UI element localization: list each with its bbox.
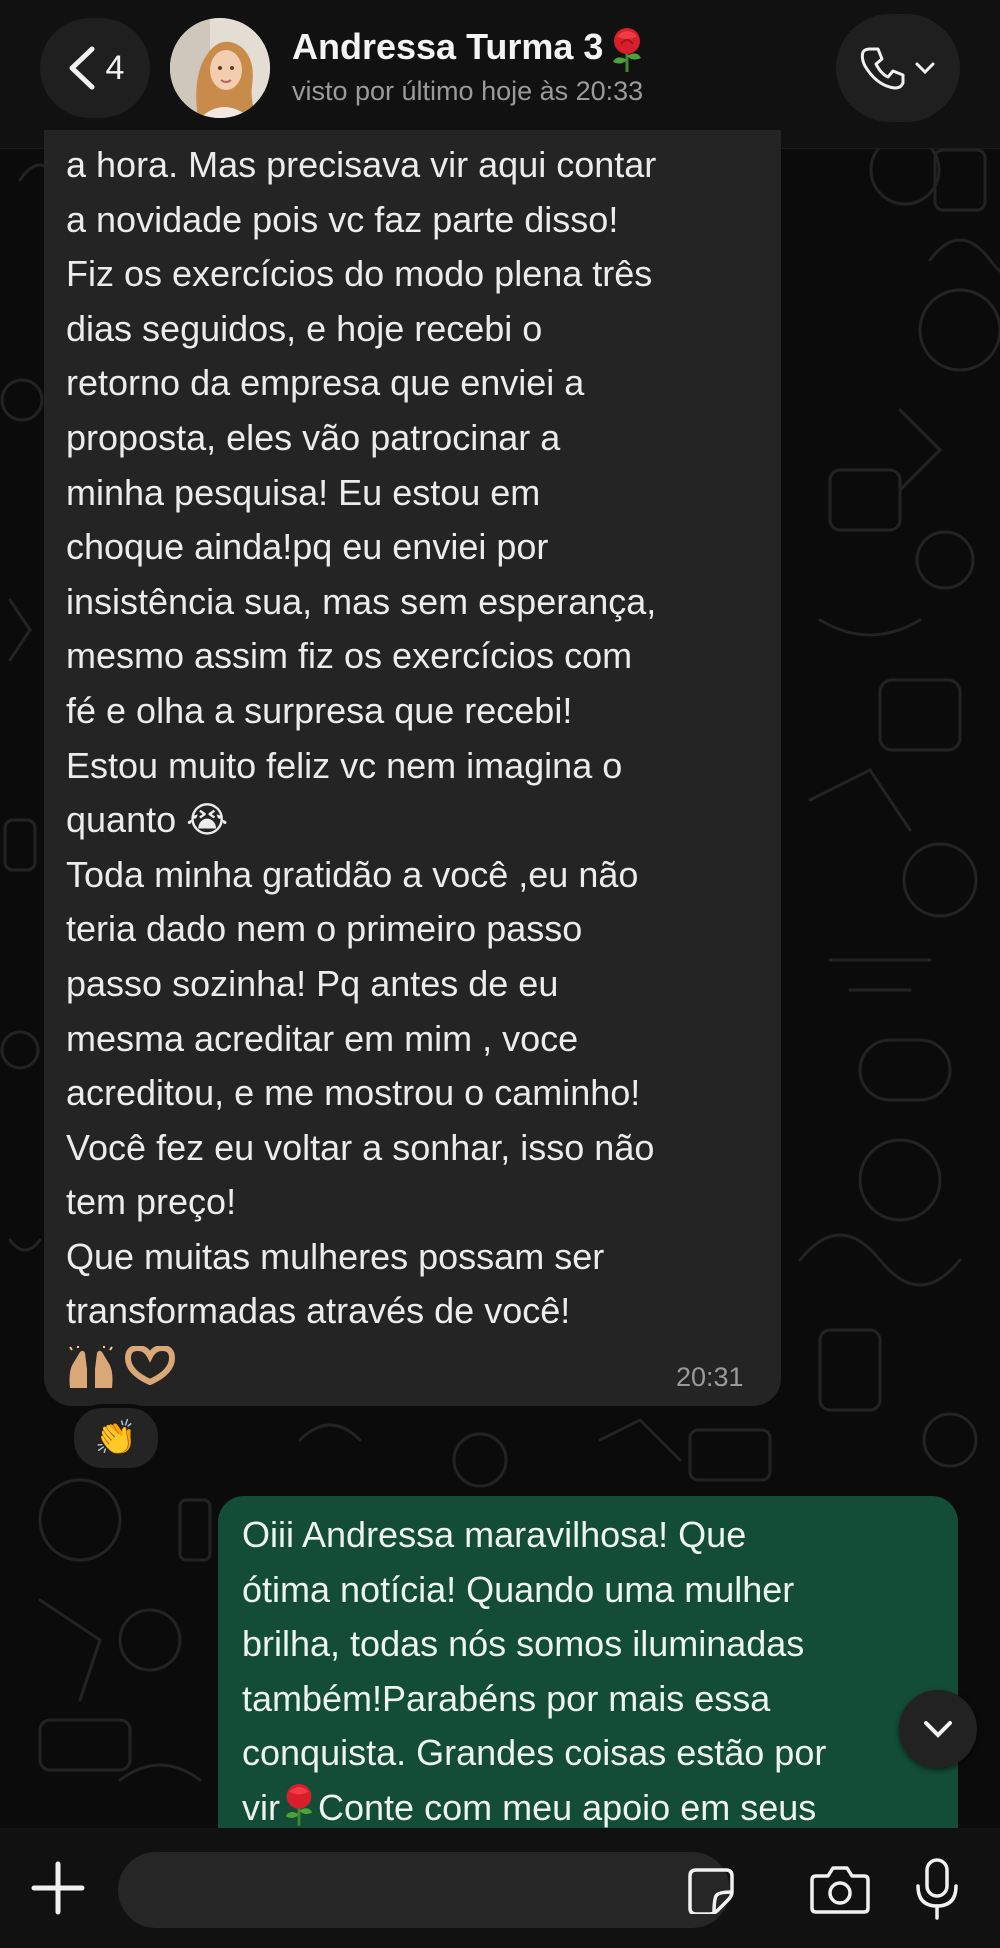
rose-emoji xyxy=(613,28,642,73)
phone-icon xyxy=(860,47,905,90)
chevron-down-icon xyxy=(924,1721,952,1738)
sticker-icon[interactable] xyxy=(688,1866,736,1914)
message-reaction[interactable]: 👏 xyxy=(70,1404,162,1472)
last-seen-status: visto por último hoje às 20:33 xyxy=(292,76,644,106)
chevron-down-icon xyxy=(915,62,935,75)
contact-avatar[interactable] xyxy=(170,18,270,118)
heart-hands-emoji xyxy=(124,1346,176,1385)
contact-name[interactable]: Andressa Turma 3 xyxy=(292,26,647,73)
call-button[interactable] xyxy=(836,14,960,122)
received-message-emojis xyxy=(66,1346,178,1390)
unread-count: 4 xyxy=(105,48,125,87)
plus-icon[interactable] xyxy=(28,1858,88,1918)
sent-message-text-part1: Oiii Andressa maravilhosa! Que ótima not… xyxy=(242,1514,827,1828)
sent-message-text-part2: Conte com meu apoio em seus xyxy=(318,1786,817,1828)
scroll-to-bottom-button[interactable] xyxy=(899,1690,977,1768)
camera-icon[interactable] xyxy=(810,1862,870,1916)
message-input[interactable] xyxy=(118,1852,730,1928)
clapping-hands-emoji: 👏 xyxy=(94,1419,138,1457)
avatar-photo xyxy=(170,18,270,118)
sent-message-text: Oiii Andressa maravilhosa! Que ótima not… xyxy=(242,1508,942,1836)
rose-emoji xyxy=(285,1784,313,1826)
chevron-left-icon xyxy=(69,46,95,90)
received-message-text: a hora. Mas precisava vir aqui contar a … xyxy=(66,144,657,1332)
microphone-icon[interactable] xyxy=(912,1856,962,1922)
back-button[interactable]: 4 xyxy=(40,18,150,118)
contact-name-text: Andressa Turma 3 xyxy=(292,26,604,67)
received-message-time: 20:31 xyxy=(676,1362,744,1392)
raising-hands-emoji xyxy=(69,1346,113,1388)
